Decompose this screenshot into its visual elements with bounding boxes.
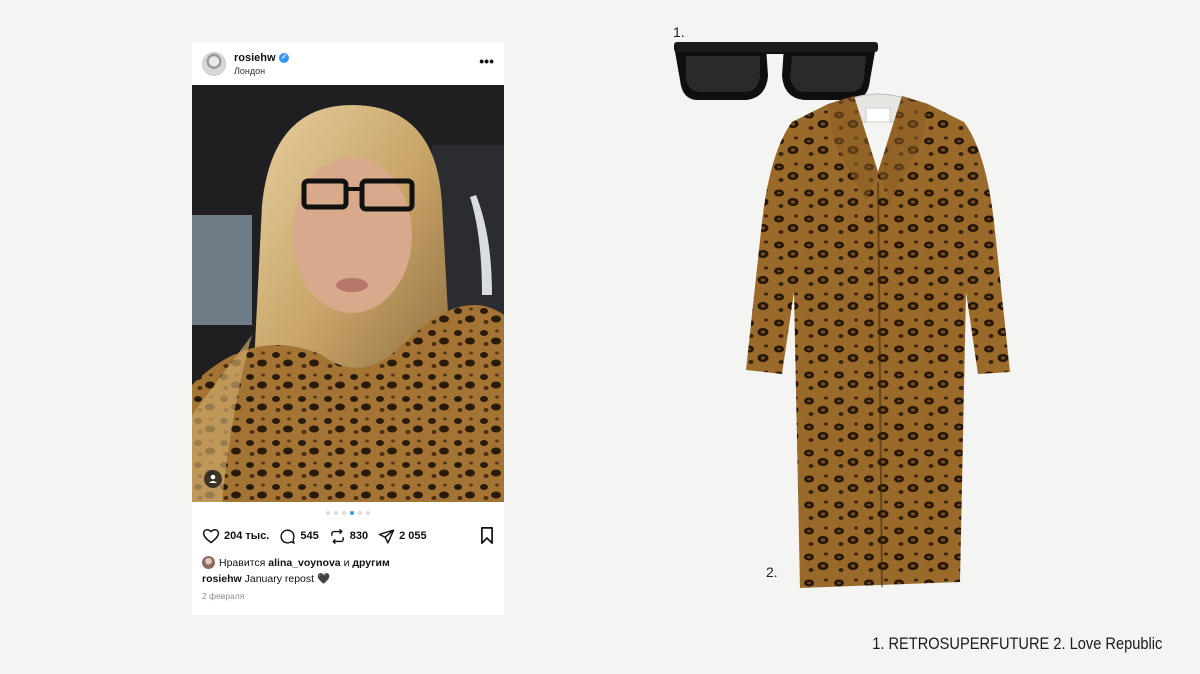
carousel-indicator — [192, 511, 504, 517]
instagram-post: rosiehw ✓ Лондон ••• 204 тыс. 545 830 2 … — [192, 43, 504, 615]
product-1-number: 1. — [673, 24, 685, 40]
shares-count: 2 055 — [399, 530, 427, 542]
product-credits: 1. RETROSUPERFUTURE 2. Love Republic — [871, 634, 1162, 653]
avatar[interactable] — [202, 52, 226, 76]
repost-icon — [330, 528, 344, 544]
caption-username[interactable]: rosiehw — [202, 573, 242, 585]
share-button[interactable]: 2 055 — [378, 528, 427, 545]
liked-by-others[interactable]: другим — [352, 557, 389, 569]
carousel-dot — [366, 511, 370, 515]
post-header: rosiehw ✓ Лондон ••• — [192, 43, 504, 85]
caption-text: January repost 🖤 — [244, 573, 331, 585]
liker-avatar — [202, 556, 215, 569]
liked-by-prefix: Нравится — [219, 556, 266, 569]
leopard-coat-image[interactable] — [742, 82, 1014, 592]
carousel-dot — [342, 511, 346, 515]
carousel-dot-active — [350, 511, 354, 515]
photo-illustration — [192, 85, 504, 502]
post-date: 2 февраля — [202, 591, 245, 601]
send-icon — [378, 528, 395, 544]
comment-icon — [280, 528, 296, 544]
user-tag-icon[interactable] — [204, 470, 222, 488]
location[interactable]: Лондон — [234, 66, 265, 76]
liked-by-conj: и — [343, 556, 350, 569]
action-bar: 204 тыс. 545 830 2 055 — [202, 525, 494, 547]
repost-button[interactable]: 830 — [329, 528, 368, 545]
save-button[interactable] — [480, 527, 494, 547]
likes-count: 204 тыс. — [224, 530, 270, 542]
username[interactable]: rosiehw — [234, 52, 276, 64]
carousel-dot — [326, 511, 330, 515]
comment-button[interactable]: 545 — [279, 528, 319, 545]
heart-icon — [202, 529, 220, 544]
like-button[interactable]: 204 тыс. — [202, 528, 269, 544]
more-options-icon[interactable]: ••• — [479, 53, 494, 69]
verified-badge-icon: ✓ — [279, 53, 289, 63]
carousel-dot — [334, 511, 338, 515]
liked-by[interactable]: Нравится alina_voynova и другим — [202, 556, 390, 569]
comments-count: 545 — [300, 530, 319, 542]
bookmark-icon — [481, 527, 493, 544]
caption: rosiehw January repost 🖤 — [202, 572, 330, 585]
carousel-dot — [358, 511, 362, 515]
product-2-number: 2. — [766, 564, 778, 580]
reposts-count: 830 — [349, 530, 369, 542]
post-photo[interactable] — [192, 85, 504, 502]
liked-by-user[interactable]: alina_voynova — [268, 557, 340, 569]
